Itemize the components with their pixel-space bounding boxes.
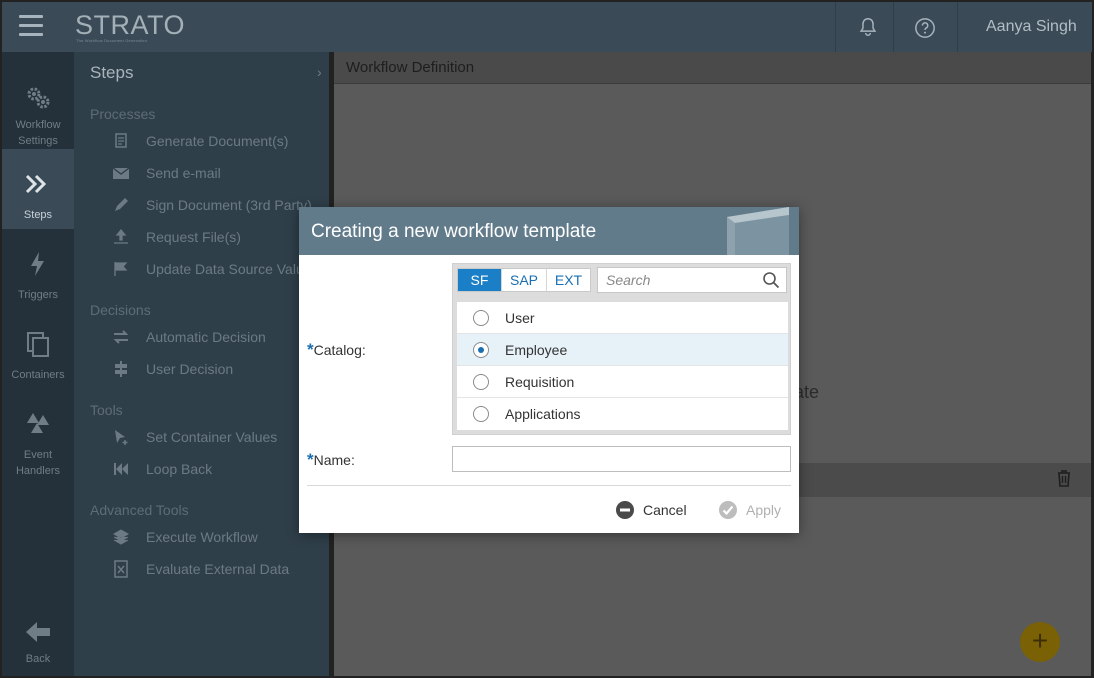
group-title-decisions: Decisions (90, 302, 151, 318)
steps-panel: Steps › Processes Generate Document(s) S… (74, 52, 329, 676)
layers-icon (112, 529, 130, 545)
signpost-icon (115, 361, 127, 377)
decorative-folder-icon (727, 207, 789, 255)
upload-icon (114, 228, 128, 244)
document-stack-icon (115, 133, 127, 148)
arrow-left-icon (26, 622, 50, 642)
double-chevron-right-icon (25, 174, 47, 194)
workflow-definition-header: Workflow Definition (334, 52, 1091, 84)
collapse-panel-icon[interactable]: › (317, 64, 322, 80)
catalog-selector: SF SAP EXT User Employee (452, 263, 791, 435)
rail-item-workflow-settings[interactable]: Workflow Settings (2, 69, 74, 149)
group-title-advanced-tools: Advanced Tools (90, 502, 189, 518)
step-label: Evaluate External Data (146, 561, 290, 577)
envelope-icon (112, 167, 130, 179)
catalog-search (597, 267, 787, 293)
rail-item-back[interactable]: Back (2, 597, 74, 676)
step-label: Automatic Decision (146, 329, 266, 345)
catalog-option-applications[interactable]: Applications (457, 398, 788, 430)
option-label: Applications (505, 406, 581, 422)
step-label: Sign Document (3rd Party) (146, 197, 312, 213)
cursor-plus-icon (115, 430, 128, 445)
option-label: Requisition (505, 374, 575, 390)
dialog-divider (307, 485, 791, 486)
rail-item-steps[interactable]: Steps (2, 149, 74, 229)
step-label: Set Container Values (146, 429, 278, 445)
option-label: Employee (505, 342, 568, 358)
step-label: Loop Back (146, 461, 213, 477)
radio-button[interactable] (473, 310, 489, 326)
app-frame: STRATO The Workflow Document Generation … (0, 0, 1094, 678)
option-label: User (505, 310, 535, 326)
left-rail: Workflow Settings Steps Triggers Contain… (2, 52, 74, 676)
step-label: Request File(s) (146, 229, 241, 245)
swap-arrows-icon (113, 330, 129, 344)
dialog-title: Creating a new workflow template (311, 221, 597, 242)
event-handlers-icon (27, 413, 49, 433)
steps-panel-title: Steps (90, 63, 134, 82)
tab-sap[interactable]: SAP (502, 269, 547, 291)
rail-item-triggers[interactable]: Triggers (2, 229, 74, 309)
catalog-option-user[interactable]: User (457, 302, 788, 334)
rail-item-label: Handlers (15, 465, 61, 477)
rail-item-event-handlers[interactable]: Event Handlers (2, 389, 74, 477)
notifications-bell-icon[interactable] (857, 16, 879, 38)
signature-pen-icon (115, 198, 128, 211)
rewind-icon (114, 463, 128, 475)
step-label: Update Data Source Values (146, 261, 319, 277)
app-logo-tagline: The Workflow Document Generation (76, 38, 148, 43)
step-label: Generate Document(s) (146, 133, 289, 149)
dialog-header: Creating a new workflow template (299, 207, 799, 255)
group-title-tools: Tools (90, 402, 123, 418)
rail-item-label: Containers (11, 369, 65, 381)
rail-item-label: Settings (18, 135, 58, 147)
lightning-icon (31, 252, 44, 276)
workflow-definition-title: Workflow Definition (346, 59, 475, 76)
group-title-processes: Processes (90, 106, 156, 122)
add-step-button[interactable]: + (1020, 622, 1060, 662)
catalog-option-requisition[interactable]: Requisition (457, 366, 788, 398)
rail-item-label: Event (23, 449, 53, 461)
apply-button[interactable]: Apply (718, 499, 788, 521)
step-label: Send e-mail (146, 165, 221, 181)
name-input[interactable] (452, 446, 791, 472)
tab-ext[interactable]: EXT (547, 269, 590, 291)
app-logo: STRATO (75, 10, 186, 40)
flag-icon (114, 262, 128, 276)
top-bar: STRATO The Workflow Document Generation … (2, 2, 1092, 52)
topbar-divider (835, 2, 836, 52)
user-name[interactable]: Aanya Singh (986, 18, 1077, 36)
new-workflow-template-dialog: Creating a new workflow template *Catalo… (299, 207, 799, 533)
radio-button-selected[interactable] (473, 342, 489, 358)
cancel-button[interactable]: Cancel (615, 499, 695, 521)
search-icon[interactable] (762, 271, 780, 289)
rail-item-containers[interactable]: Containers (2, 309, 74, 389)
minus-circle-icon (616, 501, 634, 519)
spreadsheet-icon (114, 560, 128, 578)
tab-sf[interactable]: SF (458, 269, 502, 291)
radio-button[interactable] (473, 374, 489, 390)
topbar-divider (893, 2, 894, 52)
catalog-options-list: User Employee Requisition Applications (457, 302, 788, 430)
rail-item-label: Triggers (18, 289, 58, 301)
step-label: User Decision (146, 361, 234, 377)
rail-item-label: Steps (23, 209, 53, 221)
hamburger-menu-icon[interactable] (19, 15, 43, 37)
containers-icon (27, 332, 49, 357)
rail-item-label: Workflow (15, 119, 61, 131)
step-label: Execute Workflow (146, 529, 258, 545)
catalog-source-tabs: SF SAP EXT (457, 268, 591, 292)
trash-icon[interactable] (1054, 468, 1074, 488)
rail-item-label: Back (25, 653, 51, 665)
radio-button[interactable] (473, 406, 489, 422)
gears-icon (27, 87, 50, 109)
help-icon[interactable] (914, 17, 936, 39)
catalog-label: *Catalog: (307, 340, 366, 359)
check-circle-icon (719, 501, 737, 519)
topbar-divider (957, 2, 958, 52)
catalog-search-input[interactable] (598, 268, 758, 292)
catalog-option-employee[interactable]: Employee (457, 334, 788, 366)
name-label: *Name: (307, 450, 355, 469)
